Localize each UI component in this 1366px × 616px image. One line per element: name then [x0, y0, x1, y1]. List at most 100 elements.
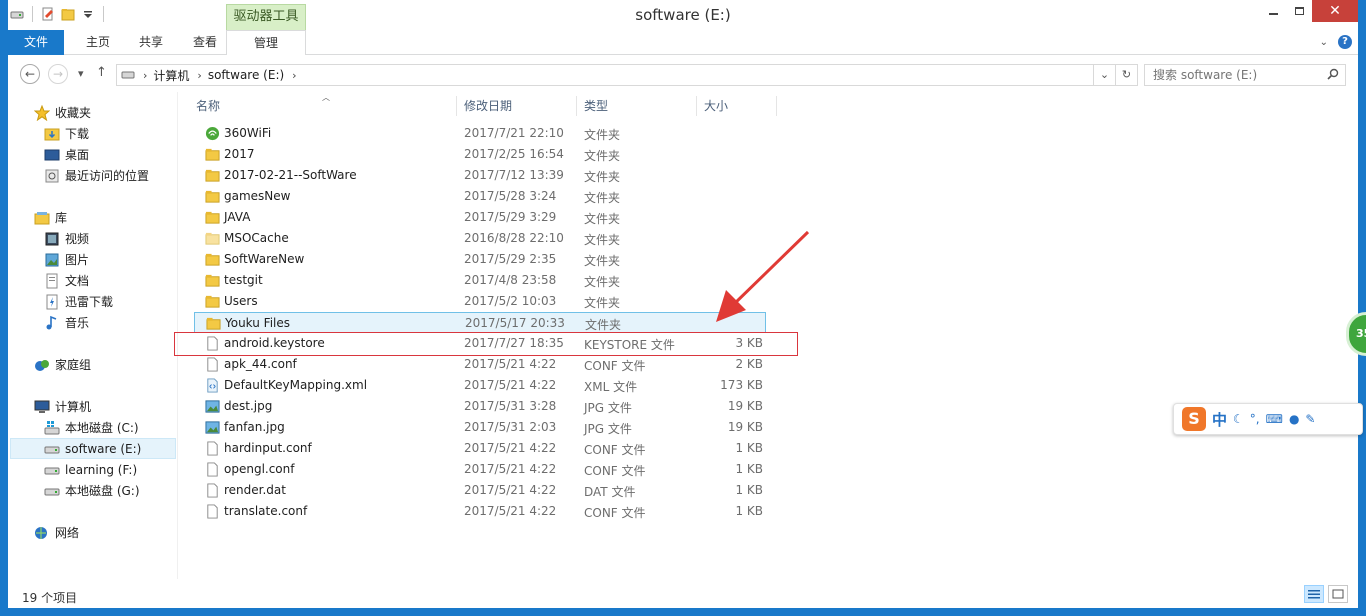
table-row[interactable]: translate.conf 2017/5/21 4:22 CONF 文件 1 KB	[194, 501, 766, 522]
table-row[interactable]: Users 2017/5/2 10:03 文件夹	[194, 291, 766, 312]
sidebar-item-recent-places[interactable]: 最近访问的位置	[44, 165, 149, 186]
table-row[interactable]: 360WiFi 2017/7/21 22:10 文件夹	[194, 123, 766, 144]
punctuation-icon[interactable]: °,	[1250, 412, 1260, 426]
sidebar-item-downloads[interactable]: 下载	[44, 123, 89, 144]
up-arrow-icon[interactable]: ↑	[96, 65, 107, 80]
moon-icon[interactable]: ☾	[1233, 412, 1244, 426]
column-header-size[interactable]: 大小	[704, 96, 728, 116]
address-bar[interactable]: › 计算机 › software (E:) › ⌄ ↻	[116, 64, 1138, 86]
library-icon	[34, 210, 50, 226]
column-header-date[interactable]: 修改日期	[464, 96, 512, 116]
sidebar-item-computer[interactable]: 计算机	[34, 396, 91, 417]
table-row[interactable]: apk_44.conf 2017/5/21 4:22 CONF 文件 2 KB	[194, 354, 766, 375]
view-toggle	[1304, 585, 1348, 603]
table-row[interactable]: 2017 2017/2/25 16:54 文件夹	[194, 144, 766, 165]
tab-home[interactable]: 主页	[72, 30, 124, 55]
column-divider[interactable]	[696, 96, 697, 116]
file-size: 2 KB	[735, 357, 763, 371]
refresh-icon[interactable]: ↻	[1115, 65, 1137, 85]
sidebar-item-thunder-downloads[interactable]: 迅雷下载	[44, 291, 113, 312]
column-divider[interactable]	[576, 96, 577, 116]
table-row[interactable]: opengl.conf 2017/5/21 4:22 CONF 文件 1 KB	[194, 459, 766, 480]
table-row[interactable]: 2017-02-21--SoftWare 2017/7/12 13:39 文件夹	[194, 165, 766, 186]
sidebar-item-label: 本地磁盘 (C:)	[65, 421, 139, 435]
table-row[interactable]: MSOCache 2016/8/28 22:10 文件夹	[194, 228, 766, 249]
file-modified-date: 2017/5/21 4:22	[464, 504, 557, 518]
file-icon	[205, 357, 220, 372]
table-row[interactable]: Youku Files 2017/5/17 20:33 文件夹	[194, 312, 766, 333]
star-icon	[34, 104, 50, 121]
sidebar-item-desktop[interactable]: 桌面	[44, 144, 89, 165]
column-divider[interactable]	[776, 96, 777, 116]
large-icons-view-button[interactable]	[1328, 585, 1348, 603]
details-view-button[interactable]	[1304, 585, 1324, 603]
file-icon	[205, 462, 220, 477]
table-row[interactable]: hardinput.conf 2017/5/21 4:22 CONF 文件 1 KB	[194, 438, 766, 459]
table-row[interactable]: gamesNew 2017/5/28 3:24 文件夹	[194, 186, 766, 207]
file-type: 文件夹	[584, 149, 621, 163]
sidebar-item-music[interactable]: 音乐	[44, 312, 89, 333]
file-type: 文件夹	[584, 170, 621, 184]
sidebar-item-favorites[interactable]: 收藏夹	[34, 102, 91, 123]
breadcrumb-chevron-icon[interactable]: ›	[143, 69, 147, 82]
file-size: 1 KB	[735, 441, 763, 455]
sidebar-item-drive-f[interactable]: learning (F:)	[44, 459, 137, 480]
table-row[interactable]: fanfan.jpg 2017/5/31 2:03 JPG 文件 19 KB	[194, 417, 766, 438]
keyboard-icon[interactable]: ⌨	[1266, 412, 1283, 426]
sogou-logo-icon[interactable]: S	[1182, 407, 1206, 431]
breadcrumb-computer[interactable]: 计算机	[153, 67, 189, 84]
tab-share[interactable]: 共享	[124, 30, 178, 55]
breadcrumb-software-drive[interactable]: software (E:)	[208, 68, 284, 82]
sidebar-item-network[interactable]: 网络	[34, 522, 79, 543]
drive-tools-group-label: 驱动器工具	[226, 4, 306, 30]
tab-view[interactable]: 查看	[178, 30, 232, 55]
table-row[interactable]: dest.jpg 2017/5/31 3:28 JPG 文件 19 KB	[194, 396, 766, 417]
file-modified-date: 2017/4/8 23:58	[464, 273, 557, 287]
search-input[interactable]	[1153, 65, 1323, 85]
sort-ascending-icon: ︿	[322, 93, 330, 102]
search-icon[interactable]	[1327, 68, 1339, 80]
sidebar-item-drive-e[interactable]: software (E:)	[10, 438, 176, 459]
file-modified-date: 2017/2/25 16:54	[464, 147, 564, 161]
table-row[interactable]: SoftWareNew 2017/5/29 2:35 文件夹	[194, 249, 766, 270]
sidebar-item-homegroup[interactable]: 家庭组	[34, 354, 91, 375]
sidebar-item-videos[interactable]: 视频	[44, 228, 89, 249]
hidden-folder-icon	[205, 231, 220, 246]
address-history-dropdown-icon[interactable]: ⌄	[1093, 65, 1115, 85]
minimize-button[interactable]	[1260, 0, 1286, 22]
file-modified-date: 2017/5/21 4:22	[464, 357, 557, 371]
ime-mode-toggle[interactable]: 中	[1212, 409, 1227, 430]
tab-manage[interactable]: 管理	[226, 30, 306, 55]
file-name: render.dat	[224, 483, 286, 497]
sidebar-item-libraries[interactable]: 库	[34, 207, 67, 228]
file-name: Users	[224, 294, 258, 308]
back-button[interactable]: ←	[20, 64, 40, 84]
file-name: SoftWareNew	[224, 252, 305, 266]
help-icon[interactable]: ?	[1338, 35, 1352, 49]
sidebar-item-drive-g[interactable]: 本地磁盘 (G:)	[44, 480, 140, 501]
maximize-button[interactable]	[1286, 0, 1312, 22]
recent-locations-icon[interactable]: ▾	[78, 67, 84, 80]
sidebar-item-pictures[interactable]: 图片	[44, 249, 89, 270]
navigation-pane: 收藏夹 下载 桌面 最近访问的位置库视频 图片 文档 迅雷下载 音乐家庭组计算机本地磁盘 (C…	[8, 92, 178, 579]
expand-ribbon-icon[interactable]: ⌄	[1320, 37, 1328, 48]
sidebar-item-drive-c[interactable]: 本地磁盘 (C:)	[44, 417, 139, 438]
breadcrumb-chevron-icon[interactable]: ›	[197, 69, 201, 82]
user-icon[interactable]: ●	[1289, 412, 1299, 426]
homegroup-icon	[34, 357, 50, 373]
column-divider[interactable]	[456, 96, 457, 116]
close-button[interactable]: ✕	[1312, 0, 1358, 22]
sidebar-item-documents[interactable]: 文档	[44, 270, 89, 291]
column-header-name[interactable]: 名称	[196, 96, 220, 116]
table-row[interactable]: JAVA 2017/5/29 3:29 文件夹	[194, 207, 766, 228]
table-row[interactable]: render.dat 2017/5/21 4:22 DAT 文件 1 KB	[194, 480, 766, 501]
forward-button[interactable]: →	[48, 64, 68, 84]
column-header-type[interactable]: 类型	[584, 96, 608, 116]
table-row[interactable]: DefaultKeyMapping.xml 2017/5/21 4:22 XML 文…	[194, 375, 766, 396]
network-icon	[34, 525, 50, 541]
wrench-icon[interactable]: ✎	[1305, 412, 1315, 426]
tab-file[interactable]: 文件	[8, 30, 64, 55]
table-row[interactable]: testgit 2017/4/8 23:58 文件夹	[194, 270, 766, 291]
file-modified-date: 2017/5/21 4:22	[464, 441, 557, 455]
breadcrumb-chevron-icon[interactable]: ›	[292, 69, 296, 82]
